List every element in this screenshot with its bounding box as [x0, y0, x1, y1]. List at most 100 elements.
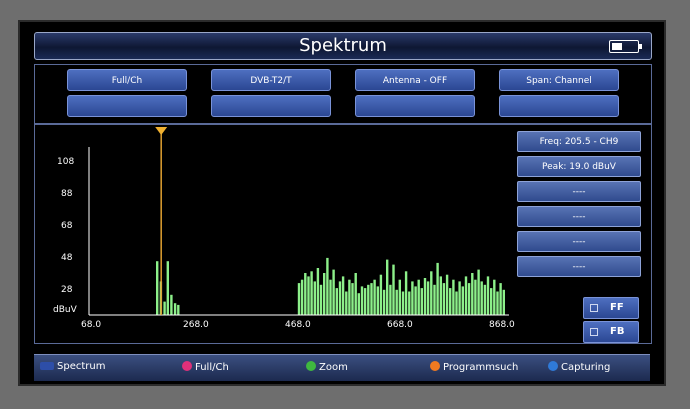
spectrum-bar	[304, 273, 307, 315]
fb-button[interactable]: FB	[583, 321, 639, 343]
zoom-function-label: Zoom	[319, 362, 348, 373]
zoom-function[interactable]: Zoom	[306, 361, 348, 373]
spectrum-bar	[445, 274, 449, 315]
capturing-function[interactable]: Capturing	[548, 361, 610, 373]
span-button[interactable]: Span: Channel	[499, 69, 619, 91]
spectrum-bar	[401, 291, 405, 315]
spectrum-function-label: Spectrum	[57, 361, 106, 372]
fullch-button[interactable]: Full/Ch	[67, 69, 187, 91]
fullch-function-label: Full/Ch	[195, 362, 229, 373]
blank-button-4[interactable]	[499, 95, 619, 117]
spectrum-bar	[436, 262, 439, 315]
spectrum-bar	[490, 288, 493, 315]
spectrum-bar	[389, 284, 392, 315]
x-tick: 668.0	[387, 320, 413, 330]
ff-button[interactable]: FF	[583, 297, 639, 319]
peak-readout[interactable]: Peak: 19.0 dBuV	[517, 156, 641, 177]
program-search-label: Programmsuch	[443, 362, 519, 373]
y-unit-label: dBuV	[53, 305, 77, 315]
blank-button-1[interactable]	[67, 95, 187, 117]
spectrum-bar	[376, 286, 379, 315]
spectrum-chart[interactable]	[35, 125, 515, 343]
spectrum-bar	[392, 264, 395, 315]
spectrum-bar	[398, 279, 401, 315]
spectrum-bar	[464, 276, 468, 315]
spectrum-bar	[354, 273, 357, 315]
fullch-function[interactable]: Full/Ch	[182, 361, 229, 373]
spectrum-bar	[319, 284, 323, 315]
checkbox-icon	[590, 328, 598, 336]
y-tick: 108	[57, 157, 75, 167]
blue-key-icon	[40, 362, 54, 370]
page-title: Spektrum	[299, 35, 387, 56]
spectrum-bar	[373, 279, 376, 315]
spectrum-bar	[351, 283, 354, 315]
ff-label: FF	[610, 302, 624, 313]
spectrum-bar	[477, 269, 480, 315]
spectrum-bar	[348, 279, 351, 315]
spectrum-bar	[163, 301, 166, 315]
spectrum-bar	[426, 281, 430, 315]
spectrum-bar	[420, 288, 423, 315]
spectrum-bar	[452, 279, 455, 315]
spectrum-bar	[502, 289, 505, 315]
spectrum-bar	[455, 291, 458, 315]
frequency-readout[interactable]: Freq: 205.5 - CH9	[517, 131, 641, 152]
y-tick: 68	[61, 221, 73, 231]
spectrum-function[interactable]: Spectrum	[40, 361, 105, 372]
checkbox-icon	[590, 304, 598, 312]
spectrum-bar	[297, 283, 301, 315]
spectrum-bar	[170, 294, 173, 315]
spectrum-bar	[414, 286, 417, 315]
capturing-function-label: Capturing	[561, 362, 611, 373]
function-button-panel: Full/Ch DVB-T2/T Antenna - OFF Span: Cha…	[34, 64, 652, 124]
spectrum-bar	[471, 273, 474, 315]
spectrum-bar	[370, 283, 373, 315]
info-slot-4[interactable]: ----	[517, 256, 641, 277]
spectrum-bar	[329, 279, 332, 315]
spectrum-bar	[323, 273, 326, 315]
spectrum-bar	[360, 286, 364, 315]
x-tick: 868.0	[489, 320, 515, 330]
spectrum-bar	[486, 276, 490, 315]
info-slot-3[interactable]: ----	[517, 231, 641, 252]
spectrum-bar	[313, 281, 316, 315]
spectrum-bar	[386, 259, 389, 315]
spectrum-bar	[499, 283, 502, 315]
spectrum-bar	[449, 288, 452, 315]
info-slot-2[interactable]: ----	[517, 206, 641, 227]
spectrum-bar	[382, 289, 386, 315]
spectrum-bar	[483, 284, 487, 315]
blank-button-3[interactable]	[355, 95, 475, 117]
spectrum-bar	[493, 279, 496, 315]
battery-icon	[609, 40, 642, 53]
spectrum-bar	[307, 276, 310, 315]
antenna-button[interactable]: Antenna - OFF	[355, 69, 475, 91]
spectrum-bar	[156, 261, 159, 315]
y-tick: 88	[61, 189, 73, 199]
program-search-function[interactable]: Programmsuch	[430, 361, 518, 373]
spectrum-bar	[367, 284, 370, 315]
spectrum-bar	[474, 279, 477, 315]
fb-label: FB	[610, 326, 625, 337]
x-tick: 268.0	[183, 320, 209, 330]
y-tick: 48	[61, 253, 73, 263]
spectrum-bar	[461, 286, 464, 315]
info-slot-1[interactable]: ----	[517, 181, 641, 202]
spectrum-bar	[379, 274, 383, 315]
spectrum-bar	[439, 276, 442, 315]
spectrum-bar	[411, 281, 414, 315]
spectrum-bar	[417, 279, 420, 315]
x-tick: 68.0	[81, 320, 102, 330]
spectrum-bar	[433, 284, 436, 315]
spectrum-bar	[310, 271, 313, 315]
marker-triangle-icon[interactable]	[155, 127, 168, 135]
spectrum-bar	[442, 283, 446, 315]
spectrum-bar	[332, 269, 335, 315]
battery-level	[612, 43, 622, 50]
blank-button-2[interactable]	[211, 95, 331, 117]
standard-button[interactable]: DVB-T2/T	[211, 69, 331, 91]
spectrum-bar	[423, 278, 427, 315]
x-tick: 468.0	[285, 320, 311, 330]
spectrum-panel: 108 88 68 48 28 dBuV 68.0 268.0 468.0 66…	[34, 124, 652, 344]
